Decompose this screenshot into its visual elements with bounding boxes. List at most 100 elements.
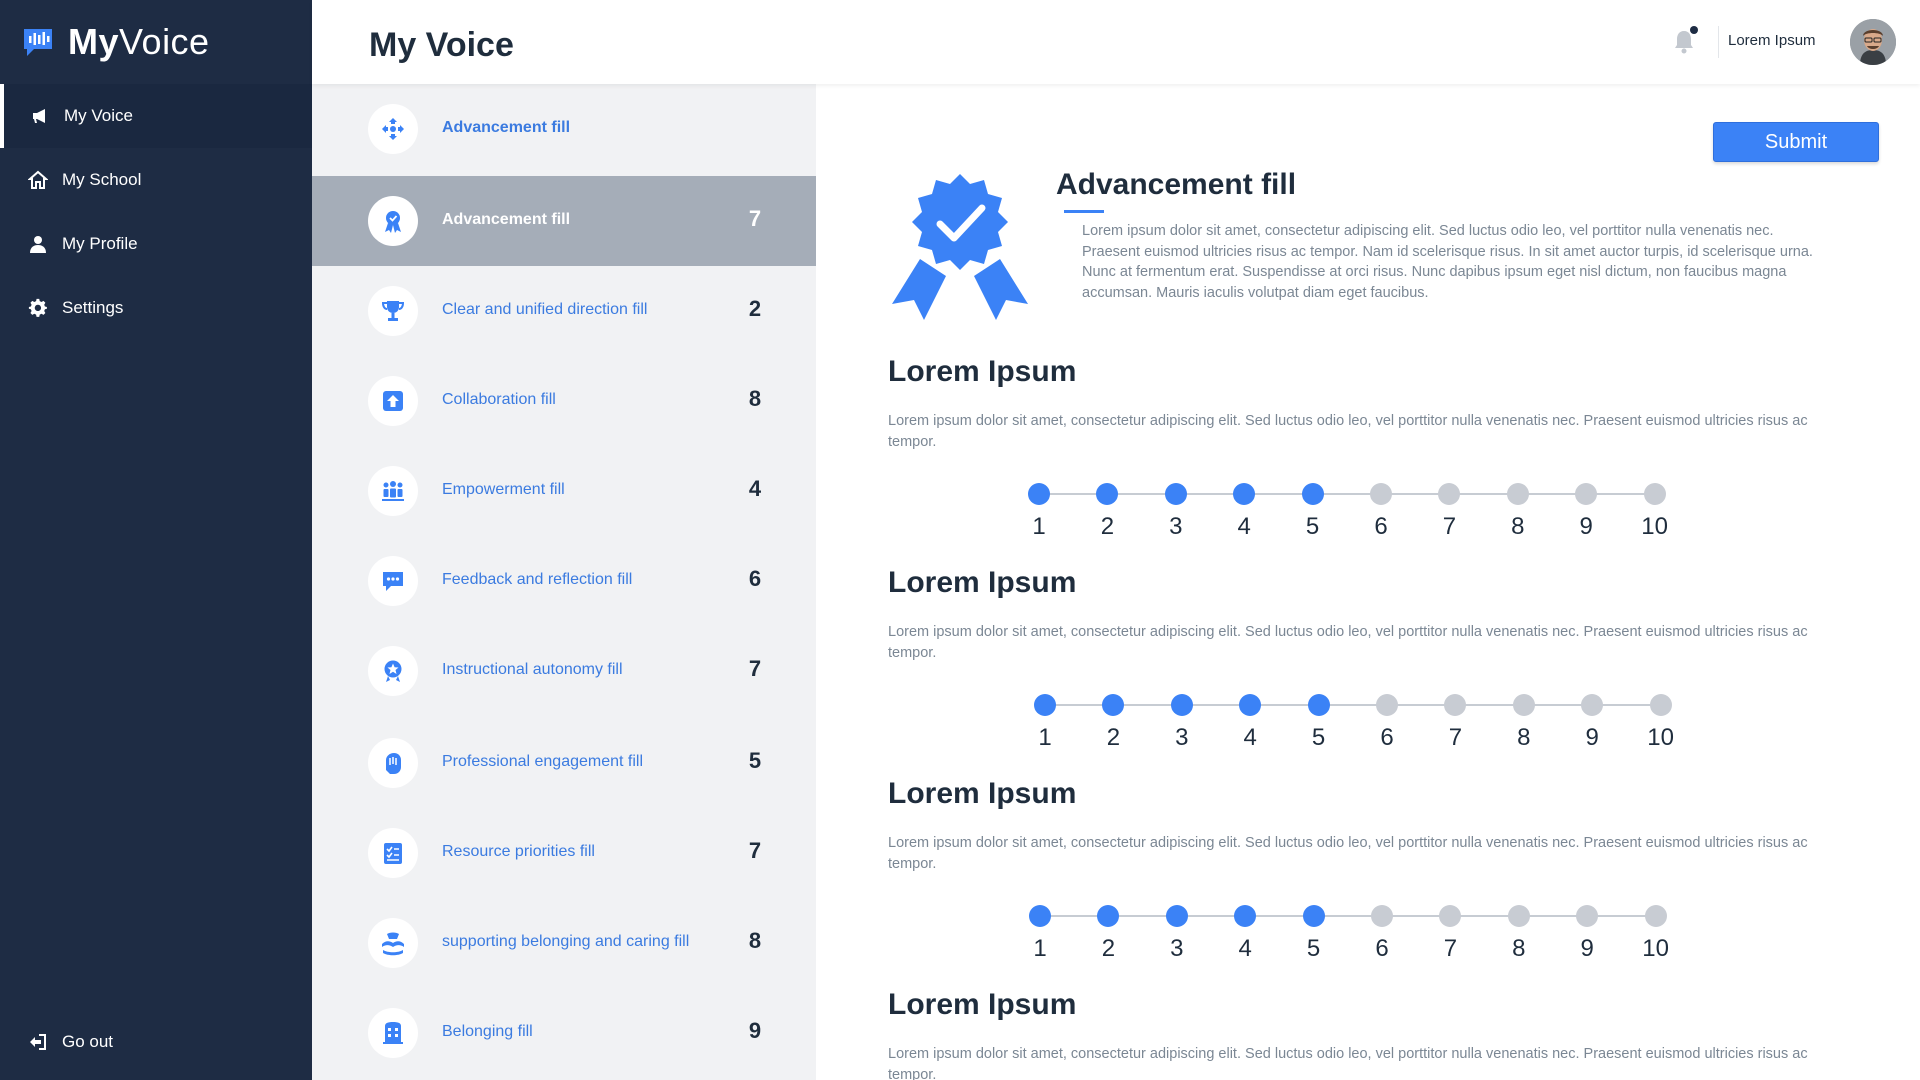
- notification-dot: [1690, 26, 1698, 34]
- rating-label-6: 6: [1380, 724, 1394, 751]
- category-item[interactable]: Empowerment fill 4: [312, 446, 816, 536]
- app-logo[interactable]: MyVoice: [22, 20, 210, 64]
- category-item[interactable]: Belonging fill 9: [312, 988, 816, 1078]
- category-label: Clear and unified direction fill: [442, 301, 648, 318]
- rating-dot-7[interactable]: [1438, 483, 1461, 505]
- rating-dot-3[interactable]: [1164, 483, 1187, 505]
- rating-dot-6[interactable]: [1376, 694, 1398, 716]
- home-icon: [28, 170, 48, 189]
- page-title: My Voice: [369, 26, 514, 64]
- category-icon-wrap: [368, 286, 418, 336]
- rating-label-4: 4: [1237, 513, 1251, 540]
- rating-dot-1[interactable]: [1028, 483, 1050, 505]
- avatar-image: [1850, 19, 1896, 65]
- rating-label-2: 2: [1100, 513, 1115, 540]
- rating-dot-2[interactable]: [1102, 694, 1125, 716]
- rating-dot-4[interactable]: [1234, 905, 1257, 927]
- rating-dot-9[interactable]: [1575, 483, 1598, 505]
- category-item[interactable]: Instructional autonomy fill 7: [312, 626, 816, 716]
- rating-label-7: 7: [1448, 724, 1463, 751]
- category-score: 7: [748, 656, 762, 681]
- category-label: supporting belonging and caring fill: [442, 933, 690, 950]
- submit-button[interactable]: Submit: [1713, 122, 1879, 162]
- rating-label-10: 10: [1642, 935, 1669, 962]
- category-item[interactable]: Feedback and reflection fill 6: [312, 536, 816, 626]
- question-block: Lorem Ipsum Lorem ipsum dolor sit amet, …: [888, 777, 1848, 962]
- scale-line: [1044, 704, 1656, 706]
- rating-dot-2[interactable]: [1096, 483, 1119, 505]
- rating-label-8: 8: [1512, 935, 1526, 962]
- rating-dot-10[interactable]: [1644, 905, 1667, 927]
- rating-label-4: 4: [1243, 724, 1257, 751]
- rating-label-2: 2: [1101, 935, 1116, 962]
- rating-dot-10[interactable]: [1649, 694, 1672, 716]
- question-description: Lorem ipsum dolor sit amet, consectetur …: [888, 835, 1808, 872]
- rating-dot-1[interactable]: [1029, 905, 1051, 927]
- rating-label-9: 9: [1585, 724, 1599, 751]
- rating-label-9: 9: [1579, 513, 1593, 540]
- rating-dot-7[interactable]: [1439, 905, 1462, 927]
- category-item[interactable]: Clear and unified direction fill 2: [312, 266, 816, 356]
- rating-dot-7[interactable]: [1444, 694, 1467, 716]
- rating-dot-8[interactable]: [1507, 905, 1530, 927]
- rating-dot-3[interactable]: [1165, 905, 1188, 927]
- sidebar-item-my-profile[interactable]: My Profile: [0, 212, 312, 276]
- category-score: 7: [748, 206, 762, 231]
- rating-label-4: 4: [1238, 935, 1252, 962]
- rating-dot-4[interactable]: [1233, 483, 1256, 505]
- rating-dot-8[interactable]: [1506, 483, 1529, 505]
- category-icon-wrap: [368, 104, 418, 154]
- rating-dot-5[interactable]: [1307, 694, 1330, 716]
- sidebar-item-label: Settings: [62, 298, 124, 317]
- rating-dot-4[interactable]: [1239, 694, 1262, 716]
- sidebar-item-my-school[interactable]: My School: [0, 148, 312, 212]
- category-item[interactable]: Collaboration fill 8: [312, 356, 816, 446]
- detail-description: Lorem ipsum dolor sit amet, consectetur …: [1082, 223, 1813, 301]
- rating-label-8: 8: [1511, 513, 1525, 540]
- user-name[interactable]: Lorem Ipsum: [1728, 32, 1816, 49]
- rating-scale: 1 2 3 4 5 6 7 8 9 10: [1028, 483, 1668, 543]
- rating-dot-5[interactable]: [1301, 483, 1324, 505]
- megaphone-icon: [33, 109, 45, 123]
- avatar[interactable]: [1850, 19, 1896, 65]
- category-label: Advancement fill: [442, 119, 571, 136]
- category-label: Instructional autonomy fill: [442, 661, 623, 678]
- rating-dot-2[interactable]: [1097, 905, 1120, 927]
- rating-label-6: 6: [1375, 935, 1389, 962]
- rating-dot-6[interactable]: [1371, 905, 1393, 927]
- sidebar-item-my-voice[interactable]: My Voice: [0, 84, 312, 148]
- rating-dot-9[interactable]: [1581, 694, 1604, 716]
- rating-dot-10[interactable]: [1643, 483, 1666, 505]
- sidebar-item-label: My School: [62, 170, 142, 189]
- rating-dot-6[interactable]: [1370, 483, 1392, 505]
- category-icon-wrap: [368, 828, 418, 878]
- rating-label-5: 5: [1305, 513, 1320, 540]
- category-score: 9: [748, 1018, 762, 1043]
- rating-dot-3[interactable]: [1170, 694, 1193, 716]
- rating-label-2: 2: [1106, 724, 1121, 751]
- category-score: 4: [748, 476, 762, 501]
- category-item[interactable]: Professional engagement fill 5: [312, 718, 816, 808]
- diamond-arrows-icon: [382, 118, 404, 140]
- rating-dot-9[interactable]: [1576, 905, 1599, 927]
- question-block: Lorem Ipsum Lorem ipsum dolor sit amet, …: [888, 988, 1848, 1080]
- category-item[interactable]: Resource priorities fill 7: [312, 808, 816, 898]
- rating-label-1: 1: [1032, 513, 1046, 540]
- category-item[interactable]: Advancement fill: [312, 84, 816, 174]
- category-item[interactable]: supporting belonging and caring fill 8: [312, 898, 816, 988]
- category-icon-wrap: [368, 1008, 418, 1058]
- question-title: Lorem Ipsum: [888, 566, 1077, 599]
- rating-dot-1[interactable]: [1034, 694, 1056, 716]
- go-out-button[interactable]: Go out: [28, 1032, 113, 1052]
- upload-box-icon: [383, 391, 403, 411]
- rating-dot-5[interactable]: [1302, 905, 1325, 927]
- sidebar-item-settings[interactable]: Settings: [0, 276, 312, 340]
- category-item-selected[interactable]: Advancement fill 7: [312, 176, 816, 266]
- rating-dot-8[interactable]: [1512, 694, 1535, 716]
- scale-line: [1038, 493, 1650, 495]
- rating-label-7: 7: [1442, 513, 1457, 540]
- checklist-icon: [384, 843, 402, 864]
- building-icon: [383, 1022, 403, 1044]
- category-score: 7: [748, 838, 762, 863]
- hand-icon: [386, 753, 401, 774]
